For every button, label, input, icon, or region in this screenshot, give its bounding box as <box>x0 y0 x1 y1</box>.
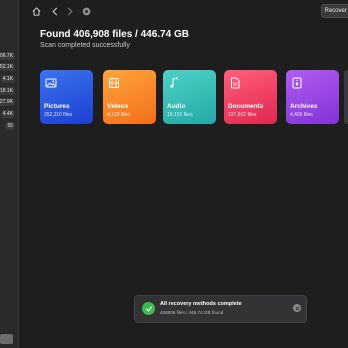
sidebar-count-badge: 4.1K <box>0 75 15 83</box>
forward-icon[interactable] <box>63 4 77 18</box>
page-title: Found 406,908 files / 446.74 GB <box>40 29 189 40</box>
toast-title: All recovery methods complete <box>160 301 242 307</box>
disk-status-icon[interactable] <box>79 4 93 18</box>
category-name: Pictures <box>44 103 70 110</box>
sidebar-count-badge: 127.9K <box>0 98 15 106</box>
category-name: Archives <box>290 103 318 110</box>
category-name: Videos <box>107 103 129 110</box>
category-file-count: 252,110 files <box>44 112 72 118</box>
music-note-icon <box>168 76 180 88</box>
sidebar: 406.7K 252.1K 4.1K 18.1K 127.9K 4.4K 55 <box>0 0 19 348</box>
scan-status-subtitle: Scan completed successfully <box>40 42 130 49</box>
sidebar-bottom-control[interactable] <box>0 334 13 344</box>
toast-subtitle: 406908 files / 446.74 GB found <box>160 310 224 315</box>
category-card-partial[interactable] <box>344 70 348 124</box>
category-card-pictures[interactable]: Pictures 252,110 files <box>40 70 93 124</box>
category-file-count: 4,406 files <box>290 112 313 118</box>
category-card-audio[interactable]: Audio 18,131 files <box>163 70 216 124</box>
home-icon[interactable] <box>29 4 43 18</box>
image-icon <box>45 76 57 88</box>
checkmark-icon <box>142 302 155 315</box>
recover-all-button[interactable]: Recover all... <box>321 4 348 18</box>
document-icon <box>229 76 241 89</box>
category-file-count: 18,131 files <box>167 112 193 118</box>
film-icon <box>108 76 120 88</box>
recovery-complete-toast: All recovery methods complete 406908 fil… <box>134 295 307 323</box>
category-card-videos[interactable]: Videos 4,129 files <box>103 70 156 124</box>
sidebar-count-badge: 55 <box>5 122 15 130</box>
category-card-archives[interactable]: Archives 4,406 files <box>286 70 339 124</box>
category-name: Documents <box>228 103 264 110</box>
sidebar-count-badge: 252.1K <box>0 63 15 71</box>
archive-icon <box>291 76 303 89</box>
toolbar: Recover all... <box>18 0 348 22</box>
category-card-documents[interactable]: Documents 127,912 files <box>224 70 277 124</box>
category-file-count: 127,912 files <box>228 112 257 118</box>
sidebar-count-badge: 406.7K <box>0 52 15 60</box>
category-file-count: 4,129 files <box>107 112 130 118</box>
category-name: Audio <box>167 103 186 110</box>
back-icon[interactable] <box>48 4 62 18</box>
sidebar-count-badge: 4.4K <box>0 110 15 118</box>
sidebar-count-badge: 18.1K <box>0 87 15 95</box>
close-icon[interactable] <box>293 304 301 312</box>
